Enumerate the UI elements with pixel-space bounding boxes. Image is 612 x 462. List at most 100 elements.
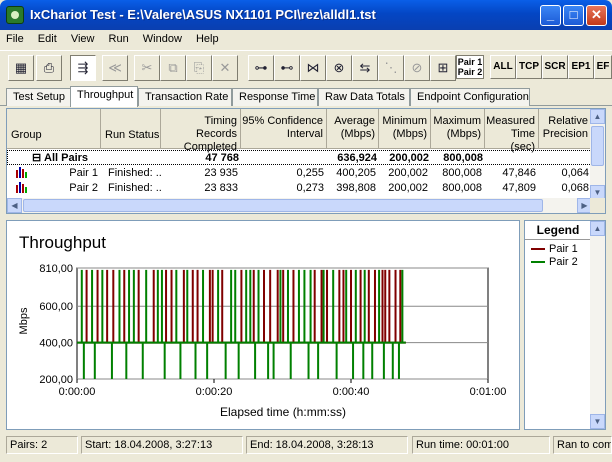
cut-icon[interactable]: ✂ (134, 55, 160, 81)
maximize-button[interactable]: □ (563, 5, 584, 26)
x-tick-label: 0:00:20 (196, 386, 233, 398)
menu-edit[interactable]: Edit (32, 30, 62, 45)
add-multicast-icon[interactable]: ⊷ (274, 55, 300, 81)
scroll-up-icon[interactable]: ▲ (590, 221, 605, 236)
menu-help[interactable]: Help (190, 30, 224, 45)
table-row[interactable]: Pair 2 Finished: ... 23 833 0,273 398,80… (7, 181, 592, 196)
table-header: Group Run Status Timing Records Complete… (7, 109, 592, 153)
scripts-icon[interactable]: ⋱ (378, 55, 404, 81)
tab-throughput[interactable]: Throughput (70, 86, 138, 107)
measured-time: 47,846 (502, 167, 536, 179)
pair-name: Pair 2 (69, 182, 98, 194)
edit-pairs-icon[interactable]: ⊗ (326, 55, 352, 81)
col-relative-precision[interactable]: Relative Precision (539, 109, 592, 149)
layout-icon[interactable]: ⊞ (430, 55, 456, 81)
pair-display-button[interactable]: Pair 1 Pair 2 (456, 55, 484, 79)
copy-icon[interactable]: ⧉ (160, 55, 186, 81)
swap-endpoints-icon[interactable]: ⇆ (352, 55, 378, 81)
menu-window[interactable]: Window (137, 30, 187, 45)
run-test-icon[interactable]: ⇶ (70, 55, 96, 81)
network-icon[interactable]: ⋈ (300, 55, 326, 81)
average-value: 398,808 (336, 182, 376, 194)
scroll-down-icon[interactable]: ▼ (590, 414, 605, 429)
pair-chart-icon (13, 181, 27, 196)
legend-item-pair-2[interactable]: Pair 2 (531, 256, 578, 269)
measured-time: 47,809 (502, 182, 536, 194)
tab-transaction-rate[interactable]: Transaction Rate (138, 88, 232, 106)
scroll-left-icon[interactable]: ◀ (7, 198, 22, 213)
tab-raw-data-totals[interactable]: Raw Data Totals (318, 88, 410, 106)
legend-item-pair-1[interactable]: Pair 1 (531, 243, 578, 256)
col-confidence-interval[interactable]: 95% Confidence Interval (241, 109, 327, 149)
legend-scrollbar[interactable]: ▲ ▼ (590, 221, 605, 429)
legend-title: Legend (525, 223, 591, 240)
relative-precision: 0,064 (561, 167, 589, 179)
pair-display-label-1: Pair 1 (457, 57, 483, 67)
filter-ep2-button[interactable]: EF (594, 55, 612, 79)
ixchariot-app-icon[interactable] (6, 6, 24, 24)
menu-run[interactable]: Run (103, 30, 134, 45)
print-icon[interactable]: ⎙ (36, 55, 62, 81)
table-horizontal-scrollbar[interactable]: ◀ ▶ (7, 198, 592, 213)
filter-tcp-button[interactable]: TCP (516, 55, 542, 79)
table-row-all-pairs[interactable]: ⊟ All Pairs 47 768 636,924 200,002 800,0… (7, 150, 592, 165)
run-status: Finished: ... (108, 167, 162, 179)
scroll-thumb[interactable] (591, 126, 604, 166)
paste-icon[interactable]: ⎘ (186, 55, 212, 81)
x-tick-label: 0:01:00 (470, 386, 507, 398)
status-run-time: Run time: 00:01:00 (412, 436, 550, 454)
scroll-thumb[interactable] (23, 199, 543, 212)
save-icon[interactable]: ▦ (8, 55, 34, 81)
pair-name: Pair 1 (69, 167, 98, 179)
title-bar[interactable]: IxChariot Test - E:\Valere\ASUS NX1101 P… (0, 0, 612, 30)
stop-icon[interactable]: ≪ (102, 55, 128, 81)
close-button[interactable]: ✕ (586, 5, 607, 26)
filter-all-button[interactable]: ALL (490, 55, 516, 79)
status-bar: Pairs: 2 Start: 18.04.2008, 3:27:13 End:… (0, 434, 612, 456)
y-tick-label: 810,00 (39, 263, 73, 275)
table-row[interactable]: Pair 1 Finished: ... 23 935 0,255 400,20… (7, 166, 592, 181)
window-title: IxChariot Test - E:\Valere\ASUS NX1101 P… (30, 7, 376, 22)
status-result: Ran to com (553, 436, 612, 454)
relative-precision: 0,068 (561, 182, 589, 194)
x-tick-label: 0:00:00 (59, 386, 96, 398)
filter-scr-button[interactable]: SCR (542, 55, 568, 79)
timing-records: 23 935 (204, 167, 238, 179)
col-timing-records[interactable]: Timing Records Completed (161, 109, 241, 153)
tab-endpoint-configuration[interactable]: Endpoint Configuration (410, 88, 530, 106)
minimum-value: 200,002 (388, 167, 428, 179)
col-average[interactable]: Average (Mbps) (327, 109, 379, 149)
group-label: All Pairs (44, 152, 89, 164)
add-pair-icon[interactable]: ⊶ (248, 55, 274, 81)
col-minimum[interactable]: Minimum (Mbps) (379, 109, 431, 149)
menu-bar: File Edit View Run Window Help (0, 30, 612, 49)
confidence-interval: 0,273 (296, 182, 324, 194)
throughput-chart-panel: Throughput 810,00 600,00 400,00 200,00 0:00:… (6, 220, 520, 430)
results-table: Group Run Status Timing Records Complete… (6, 108, 606, 214)
x-axis-label: Elapsed time (h:mm:ss) (220, 405, 346, 419)
y-axis-label: Mbps (18, 307, 30, 334)
menu-file[interactable]: File (0, 30, 29, 45)
options-icon[interactable]: ⊘ (404, 55, 430, 81)
minimize-button[interactable]: _ (540, 5, 561, 26)
group-records: 47 768 (205, 152, 239, 164)
scroll-up-icon[interactable]: ▲ (590, 109, 605, 124)
maximum-value: 800,008 (442, 182, 482, 194)
status-start: Start: 18.04.2008, 3:27:13 (81, 436, 243, 454)
col-run-status[interactable]: Run Status (101, 109, 161, 149)
pair-display-label-2: Pair 2 (457, 67, 483, 77)
y-tick-label: 400,00 (39, 338, 73, 350)
col-measured-time[interactable]: Measured Time (sec) (485, 109, 539, 153)
table-vertical-scrollbar[interactable]: ▲ ▼ (590, 109, 605, 200)
group-average: 636,924 (337, 152, 377, 164)
col-maximum[interactable]: Maximum (Mbps) (431, 109, 485, 149)
menu-view[interactable]: View (65, 30, 100, 45)
tab-response-time[interactable]: Response Time (232, 88, 318, 106)
timing-records: 23 833 (204, 182, 238, 194)
delete-icon[interactable]: ✕ (212, 55, 238, 81)
legend-panel: Legend Pair 1 Pair 2 ▲ ▼ (524, 220, 606, 430)
status-pairs: Pairs: 2 (6, 436, 78, 454)
col-group[interactable]: Group (7, 109, 101, 149)
tab-test-setup[interactable]: Test Setup (6, 88, 71, 106)
filter-ep1-button[interactable]: EP1 (568, 55, 594, 79)
